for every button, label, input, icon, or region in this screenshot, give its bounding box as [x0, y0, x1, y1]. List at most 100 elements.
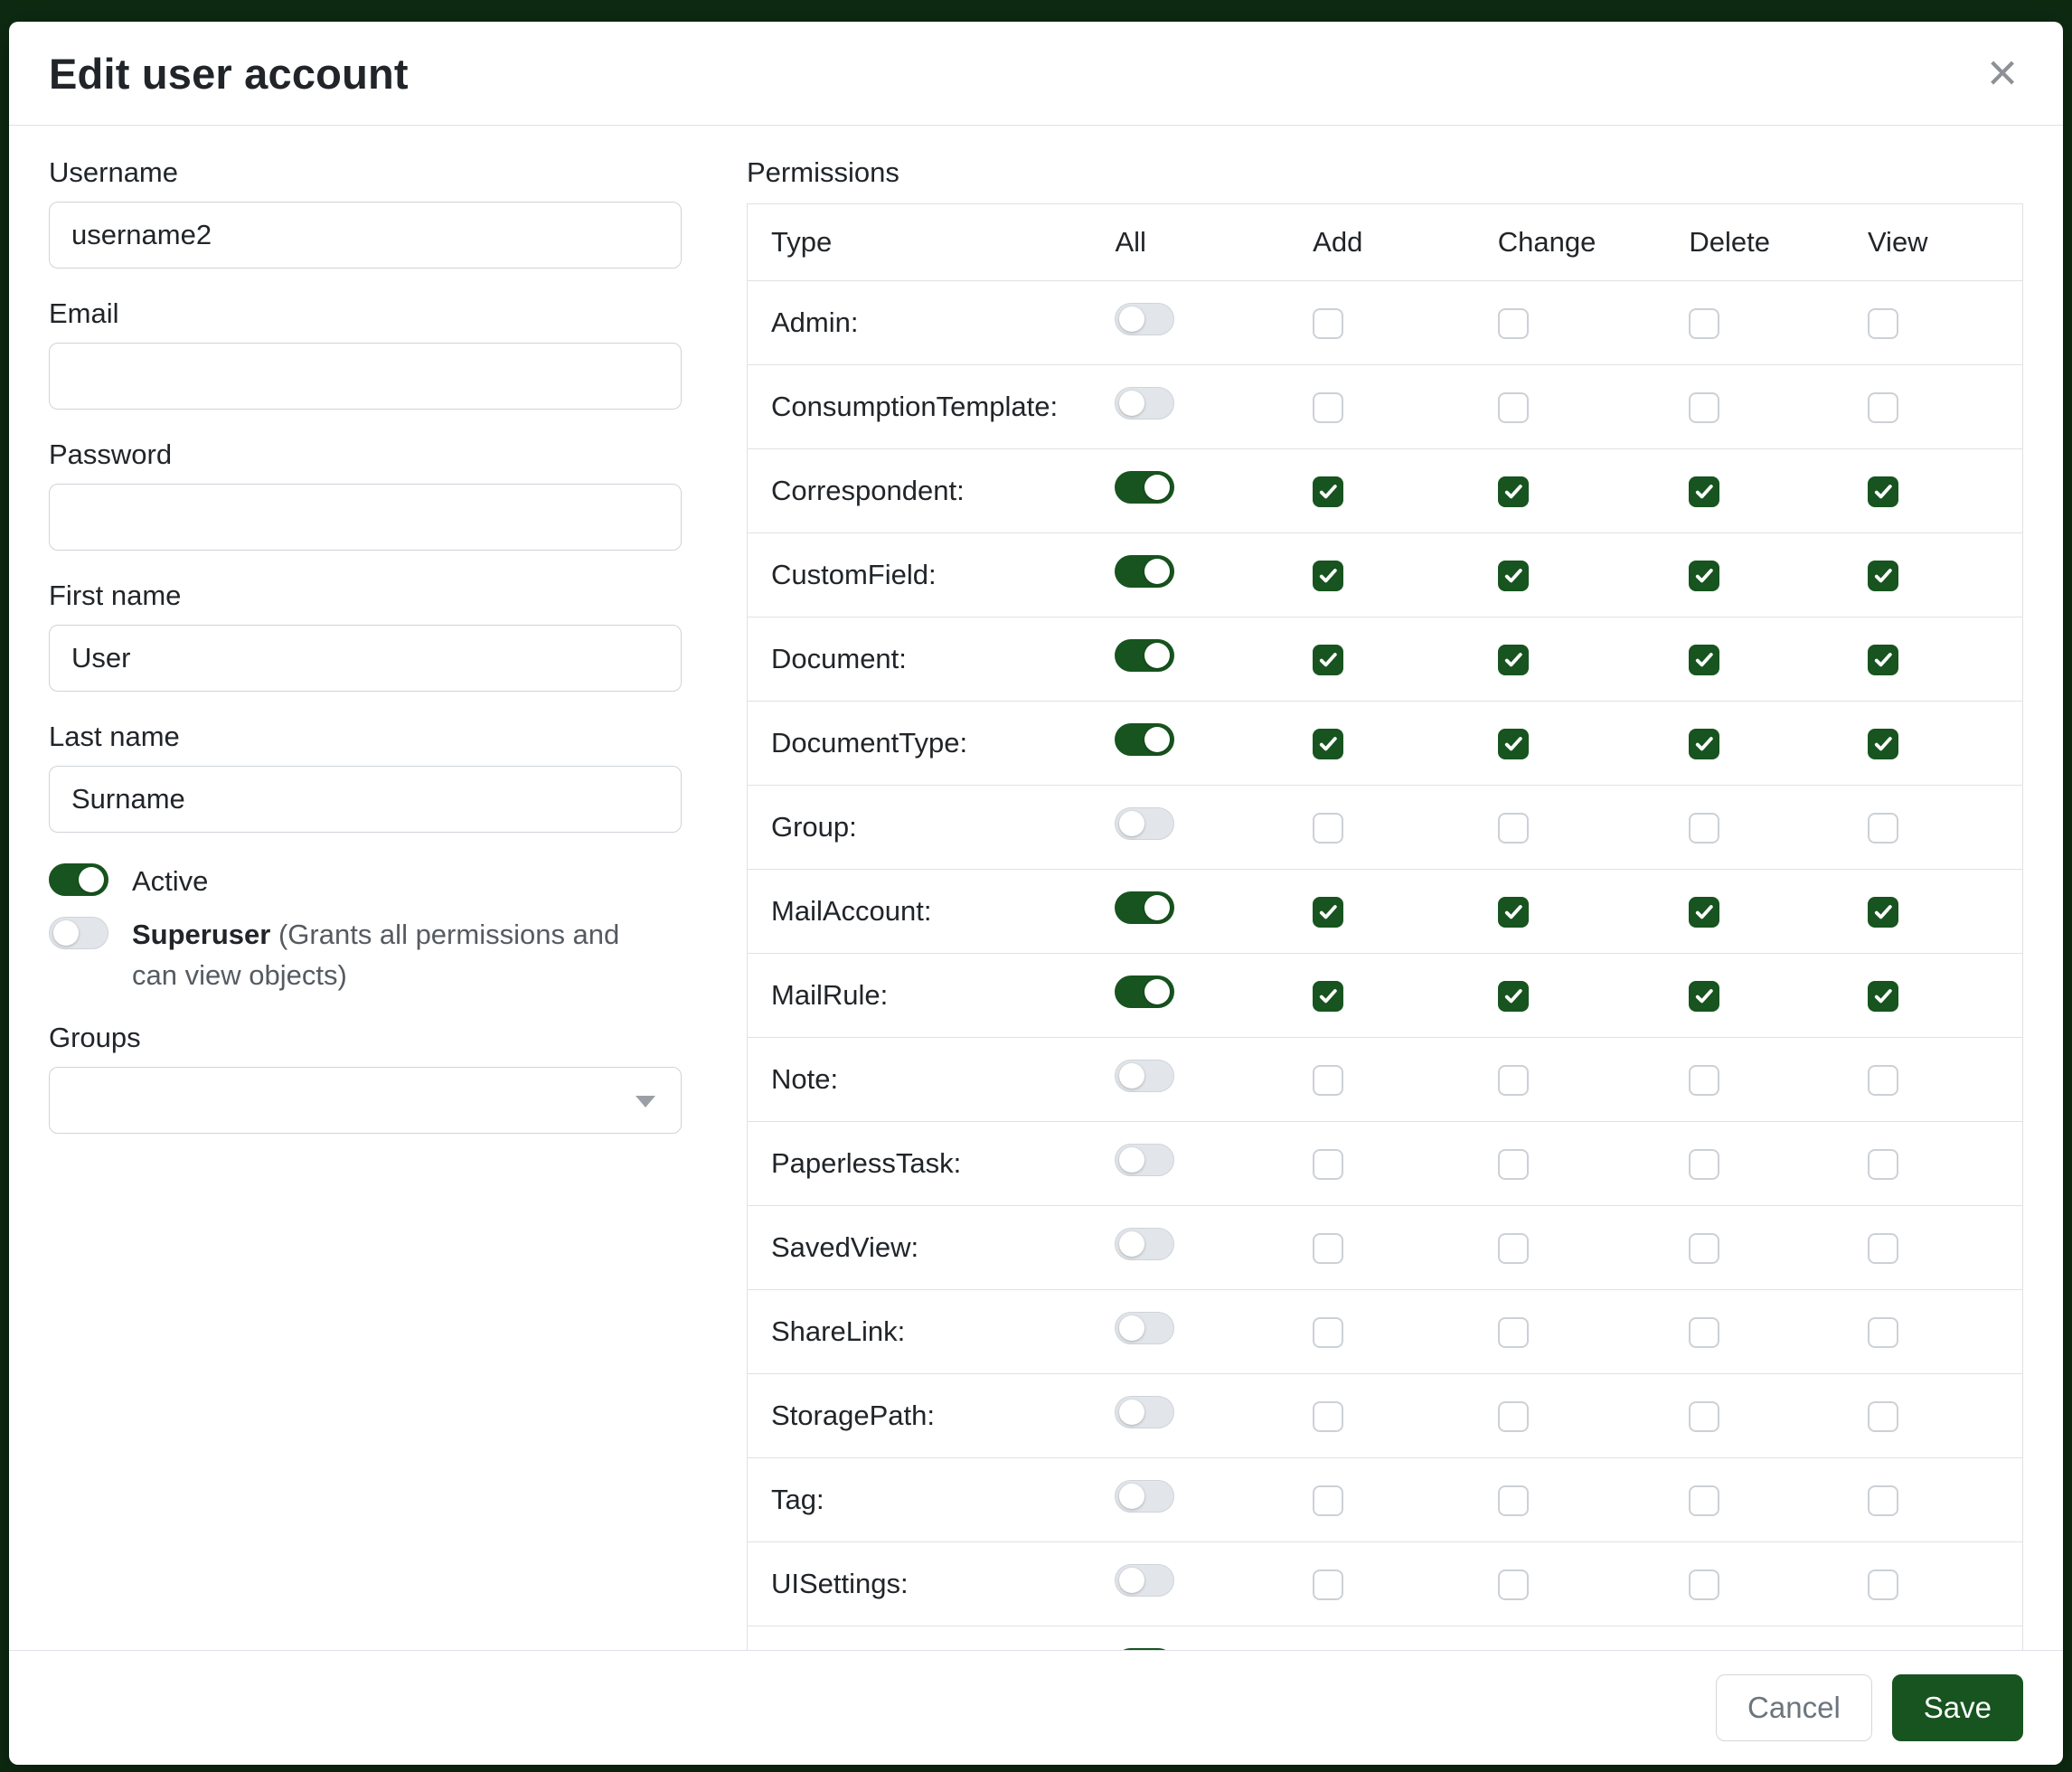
permission-all-toggle[interactable]: [1115, 1564, 1174, 1597]
permission-add-checkbox[interactable]: [1313, 1233, 1343, 1264]
permission-all-toggle[interactable]: [1115, 723, 1174, 756]
permission-change-checkbox[interactable]: [1498, 1401, 1529, 1432]
username-input[interactable]: [49, 202, 682, 269]
permission-view-checkbox[interactable]: [1868, 813, 1898, 844]
permission-change-checkbox[interactable]: [1498, 1233, 1529, 1264]
permission-change-checkbox[interactable]: [1498, 1569, 1529, 1600]
permission-change-checkbox[interactable]: [1498, 1317, 1529, 1348]
permission-change-checkbox[interactable]: [1498, 813, 1529, 844]
permission-view-checkbox[interactable]: [1868, 897, 1898, 928]
permission-change-checkbox[interactable]: [1498, 1149, 1529, 1180]
permission-add-checkbox[interactable]: [1313, 1485, 1343, 1516]
permission-all-toggle[interactable]: [1115, 1312, 1174, 1344]
permission-add-checkbox[interactable]: [1313, 729, 1343, 759]
permission-delete-checkbox[interactable]: [1689, 1149, 1719, 1180]
permission-view-checkbox[interactable]: [1868, 1317, 1898, 1348]
permission-view-checkbox[interactable]: [1868, 1401, 1898, 1432]
permission-add-checkbox[interactable]: [1313, 308, 1343, 339]
permission-all-toggle[interactable]: [1115, 639, 1174, 672]
permission-change-checkbox[interactable]: [1498, 729, 1529, 759]
permission-add-checkbox[interactable]: [1313, 392, 1343, 423]
permission-add-checkbox[interactable]: [1313, 645, 1343, 675]
first-name-input[interactable]: [49, 625, 682, 692]
permission-view-checkbox[interactable]: [1868, 1485, 1898, 1516]
permission-add-checkbox[interactable]: [1313, 1149, 1343, 1180]
permission-add-checkbox[interactable]: [1313, 1569, 1343, 1600]
permission-all-toggle[interactable]: [1115, 1648, 1174, 1650]
permission-delete-checkbox[interactable]: [1689, 1401, 1719, 1432]
last-name-input[interactable]: [49, 766, 682, 833]
save-button[interactable]: Save: [1892, 1674, 2023, 1741]
permission-change-checkbox[interactable]: [1498, 476, 1529, 507]
permission-delete-checkbox[interactable]: [1689, 308, 1719, 339]
permission-all-toggle[interactable]: [1115, 387, 1174, 419]
permission-change-checkbox[interactable]: [1498, 308, 1529, 339]
permission-all-toggle[interactable]: [1115, 1144, 1174, 1176]
permission-view-checkbox[interactable]: [1868, 308, 1898, 339]
toggle-knob: [1144, 559, 1170, 584]
permission-delete-checkbox[interactable]: [1689, 1569, 1719, 1600]
permission-delete-checkbox[interactable]: [1689, 561, 1719, 591]
permission-view-checkbox[interactable]: [1868, 1065, 1898, 1096]
permission-view-checkbox[interactable]: [1868, 1149, 1898, 1180]
permission-view-checkbox[interactable]: [1868, 1233, 1898, 1264]
permission-all-toggle[interactable]: [1115, 807, 1174, 840]
permission-all-cell: [1091, 870, 1289, 954]
permission-delete-checkbox[interactable]: [1689, 1233, 1719, 1264]
permission-change-checkbox[interactable]: [1498, 561, 1529, 591]
permission-view-checkbox[interactable]: [1868, 729, 1898, 759]
permission-delete-checkbox[interactable]: [1689, 1065, 1719, 1096]
email-input[interactable]: [49, 343, 682, 410]
permission-view-checkbox[interactable]: [1868, 476, 1898, 507]
permission-view-checkbox[interactable]: [1868, 645, 1898, 675]
permission-delete-checkbox[interactable]: [1689, 645, 1719, 675]
permission-delete-checkbox[interactable]: [1689, 729, 1719, 759]
permission-all-toggle[interactable]: [1115, 471, 1174, 504]
permission-add-checkbox[interactable]: [1313, 813, 1343, 844]
permission-change-checkbox[interactable]: [1498, 897, 1529, 928]
permission-add-checkbox[interactable]: [1313, 476, 1343, 507]
close-icon[interactable]: ×: [1982, 47, 2023, 99]
active-toggle[interactable]: [49, 863, 108, 896]
permission-delete-cell: [1665, 954, 1844, 1038]
permission-all-toggle[interactable]: [1115, 976, 1174, 1008]
permission-delete-checkbox[interactable]: [1689, 392, 1719, 423]
permission-all-toggle[interactable]: [1115, 1396, 1174, 1428]
permission-delete-checkbox[interactable]: [1689, 981, 1719, 1012]
permission-all-cell: [1091, 1038, 1289, 1122]
permission-change-checkbox[interactable]: [1498, 1485, 1529, 1516]
permission-view-checkbox[interactable]: [1868, 392, 1898, 423]
permission-add-checkbox[interactable]: [1313, 897, 1343, 928]
permission-view-checkbox[interactable]: [1868, 1569, 1898, 1600]
permission-delete-checkbox[interactable]: [1689, 897, 1719, 928]
permission-delete-checkbox[interactable]: [1689, 476, 1719, 507]
permission-add-checkbox[interactable]: [1313, 561, 1343, 591]
permission-delete-cell: [1665, 1542, 1844, 1626]
permission-all-toggle[interactable]: [1115, 1228, 1174, 1260]
groups-select[interactable]: [49, 1067, 682, 1134]
permission-change-checkbox[interactable]: [1498, 645, 1529, 675]
permission-change-checkbox[interactable]: [1498, 981, 1529, 1012]
permission-change-cell: [1474, 533, 1666, 617]
permission-change-checkbox[interactable]: [1498, 392, 1529, 423]
permission-add-checkbox[interactable]: [1313, 1401, 1343, 1432]
permission-row: PaperlessTask:: [748, 1122, 2023, 1206]
permission-delete-checkbox[interactable]: [1689, 1317, 1719, 1348]
permission-all-toggle[interactable]: [1115, 1480, 1174, 1513]
permission-view-checkbox[interactable]: [1868, 561, 1898, 591]
permission-add-checkbox[interactable]: [1313, 981, 1343, 1012]
superuser-toggle[interactable]: [49, 917, 108, 949]
password-input[interactable]: [49, 484, 682, 551]
permission-change-checkbox[interactable]: [1498, 1065, 1529, 1096]
permission-add-checkbox[interactable]: [1313, 1065, 1343, 1096]
permission-delete-checkbox[interactable]: [1689, 1485, 1719, 1516]
permission-delete-checkbox[interactable]: [1689, 813, 1719, 844]
cancel-button[interactable]: Cancel: [1716, 1674, 1872, 1741]
permission-add-checkbox[interactable]: [1313, 1317, 1343, 1348]
permission-all-toggle[interactable]: [1115, 555, 1174, 588]
permission-all-toggle[interactable]: [1115, 1060, 1174, 1092]
permission-view-checkbox[interactable]: [1868, 981, 1898, 1012]
permission-view-cell: [1844, 870, 2023, 954]
permission-all-toggle[interactable]: [1115, 303, 1174, 335]
permission-all-toggle[interactable]: [1115, 891, 1174, 924]
